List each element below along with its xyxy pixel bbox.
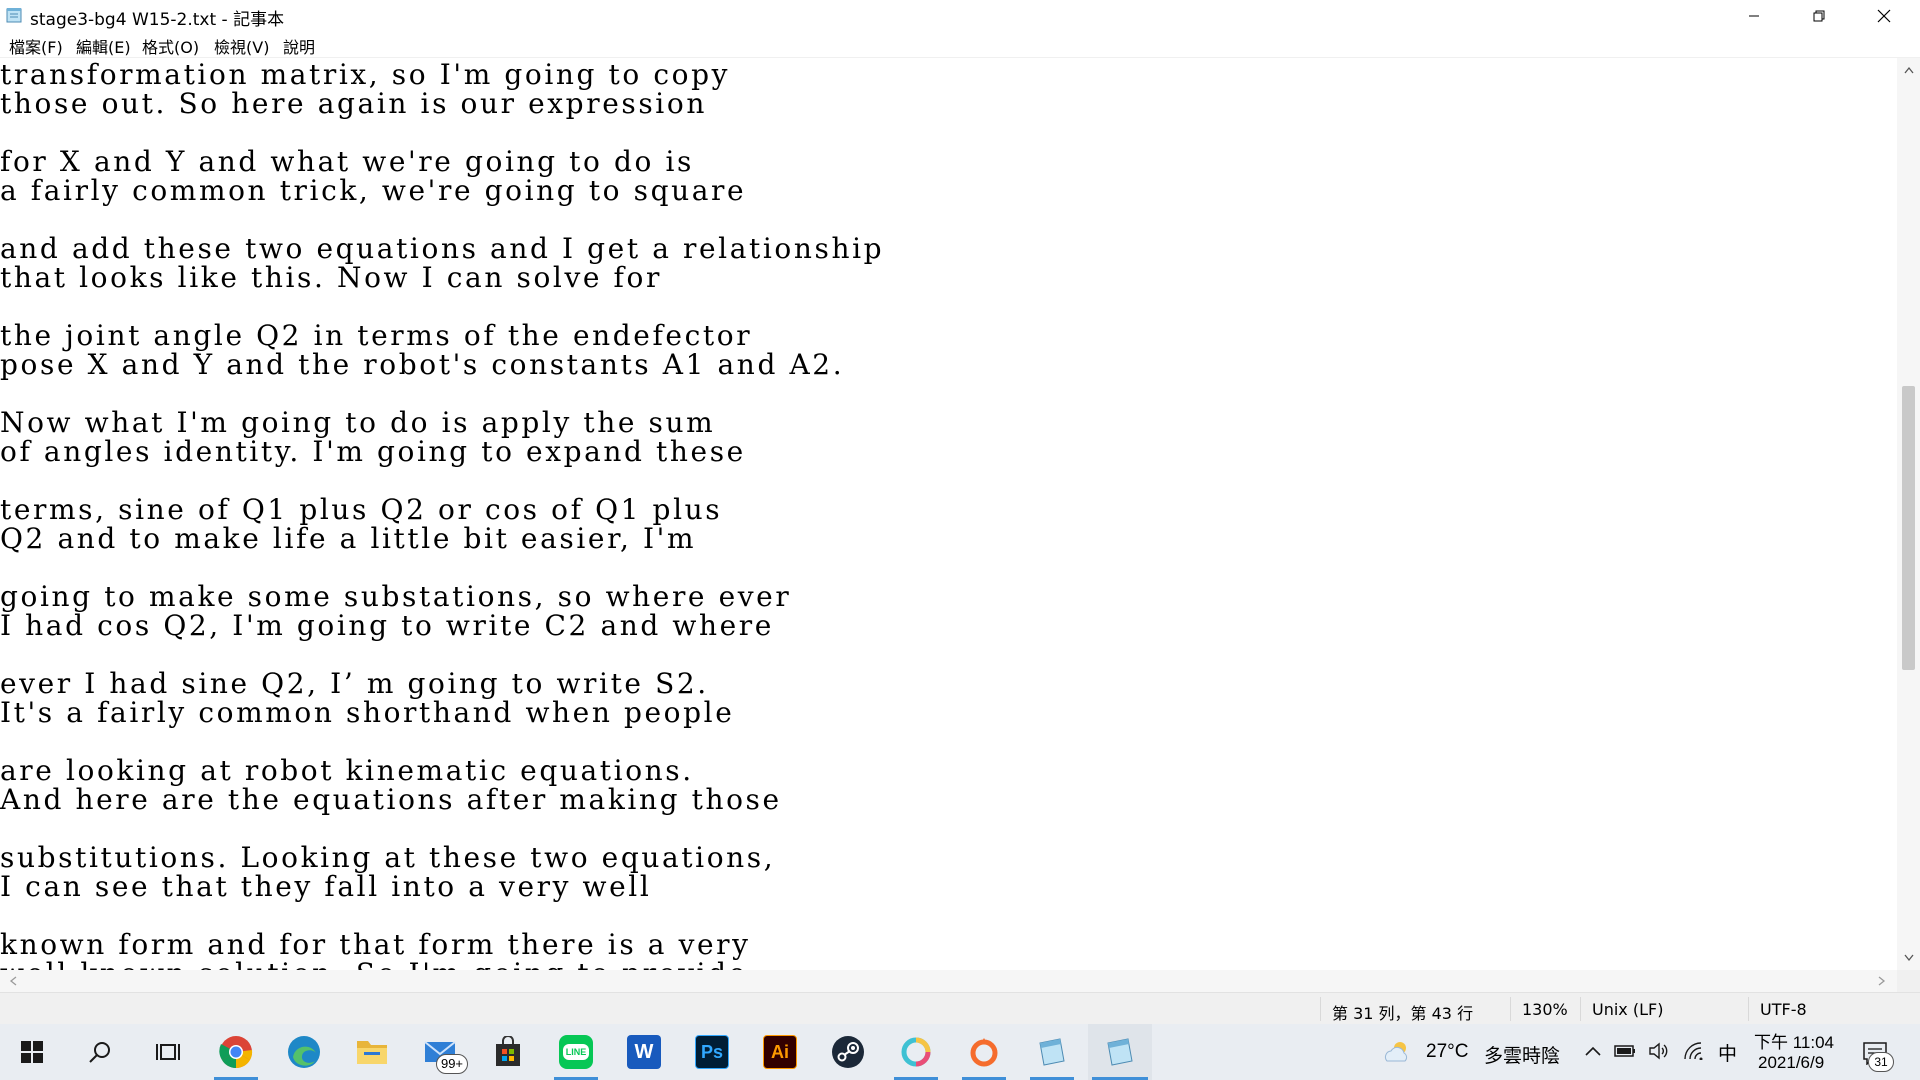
encoding: UTF-8 [1760,1000,1807,1019]
zoom-level: 130% [1522,1000,1568,1019]
taskbar-ring-app[interactable] [884,1024,948,1080]
steam-icon [832,1036,864,1068]
illustrator-label: Ai [771,1041,789,1062]
restore-button[interactable] [1787,0,1851,31]
status-bar: 第 31 列，第 43 行 130% Unix (LF) UTF-8 [0,992,1920,1024]
photoshop-label: Ps [700,1041,724,1062]
taskbar-origin[interactable] [952,1024,1016,1080]
taskbar-mail[interactable]: 99+ [408,1024,472,1080]
start-button[interactable] [0,1024,64,1080]
editor-content[interactable]: transformation matrix, so I'm going to c… [0,60,884,970]
taskbar-file-explorer[interactable] [340,1024,404,1080]
mail-badge: 99+ [436,1054,468,1074]
close-button[interactable] [1852,0,1916,31]
text-editor[interactable]: transformation matrix, so I'm going to c… [0,58,1897,970]
line-label: LINE [562,1044,590,1060]
taskbar-notepad-active[interactable] [1088,1024,1152,1080]
origin-icon [970,1038,998,1067]
status-separator [1320,997,1321,1021]
taskbar-steam[interactable] [816,1024,880,1080]
scroll-down-button[interactable] [1897,948,1920,968]
vertical-scrollbar[interactable] [1897,58,1920,970]
ring-app-icon [901,1037,931,1067]
clock-date[interactable]: 2021/6/9 [1758,1053,1824,1073]
search-icon [89,1042,110,1063]
close-icon [1877,9,1891,22]
taskbar-store[interactable] [476,1024,540,1080]
taskbar: 99+ LINE W Ps Ai 27°C 多雲時陰 中 下午 11:04 20… [0,1024,1920,1080]
illustrator-icon: Ai [763,1035,797,1069]
status-separator [1748,997,1749,1021]
taskbar-word[interactable]: W [612,1024,676,1080]
clock-time[interactable]: 下午 11:04 [1754,1028,1834,1053]
menu-help[interactable]: 說明 [281,34,317,58]
weather-temperature[interactable]: 27°C [1426,1041,1468,1063]
task-view-icon [156,1044,180,1060]
menu-view[interactable]: 檢視(V) [212,34,271,58]
notepad-app-icon [6,7,24,23]
photoshop-icon: Ps [695,1035,729,1069]
chevron-right-icon [1878,976,1886,986]
line-icon: LINE [559,1035,593,1069]
chevron-left-icon [9,976,17,986]
scroll-right-button[interactable] [1871,970,1893,992]
chrome-icon [219,1036,253,1069]
taskbar-illustrator[interactable]: Ai [748,1024,812,1080]
taskbar-chrome[interactable] [204,1024,268,1080]
status-separator [1510,997,1511,1021]
task-view-button[interactable] [136,1024,200,1080]
notepad-icon [1107,1038,1133,1066]
window-title: stage3-bg4 W15-2.txt - 記事本 [30,10,285,30]
minimize-icon [1749,15,1759,16]
weather-condition[interactable]: 多雲時陰 [1484,1041,1560,1068]
menu-bar: 檔案(F) 編輯(E) 格式(O) 檢視(V) 說明 [0,31,1920,58]
cursor-position: 第 31 列，第 43 行 [1332,1004,1474,1023]
menu-format[interactable]: 格式(O) [140,34,201,58]
folder-icon [357,1041,387,1064]
line-ending: Unix (LF) [1592,1000,1664,1019]
chevron-down-icon [1903,954,1914,962]
edge-icon [288,1036,320,1068]
menu-file[interactable]: 檔案(F) [7,34,65,58]
wifi-icon[interactable] [1682,1040,1706,1062]
minimize-button[interactable] [1722,0,1786,31]
menu-edit[interactable]: 編輯(E) [74,34,133,58]
taskbar-line[interactable]: LINE [544,1024,608,1080]
notepad-icon [1039,1038,1065,1066]
windows-icon [21,1041,43,1063]
title-bar: stage3-bg4 W15-2.txt - 記事本 [0,0,1920,31]
scroll-up-button[interactable] [1897,60,1920,80]
weather-icon[interactable] [1382,1038,1412,1066]
chevron-up-icon[interactable] [1584,1042,1602,1060]
notification-badge: 31 [1868,1052,1894,1072]
scrollbar-corner [1897,970,1920,992]
word-icon: W [627,1035,661,1069]
taskbar-notepad[interactable] [1020,1024,1084,1080]
search-button[interactable] [68,1024,132,1080]
horizontal-scrollbar[interactable] [0,970,1897,992]
store-icon [496,1036,520,1066]
battery-icon[interactable] [1614,1040,1636,1062]
scroll-left-button[interactable] [2,970,24,992]
ime-indicator[interactable]: 中 [1718,1039,1737,1066]
taskbar-edge[interactable] [272,1024,336,1080]
word-label: W [634,1040,654,1063]
vertical-scroll-thumb[interactable] [1902,386,1915,670]
taskbar-photoshop[interactable]: Ps [680,1024,744,1080]
chevron-up-icon [1903,66,1914,74]
status-separator [1580,997,1581,1021]
restore-icon [1813,10,1825,21]
volume-icon[interactable] [1648,1040,1670,1062]
